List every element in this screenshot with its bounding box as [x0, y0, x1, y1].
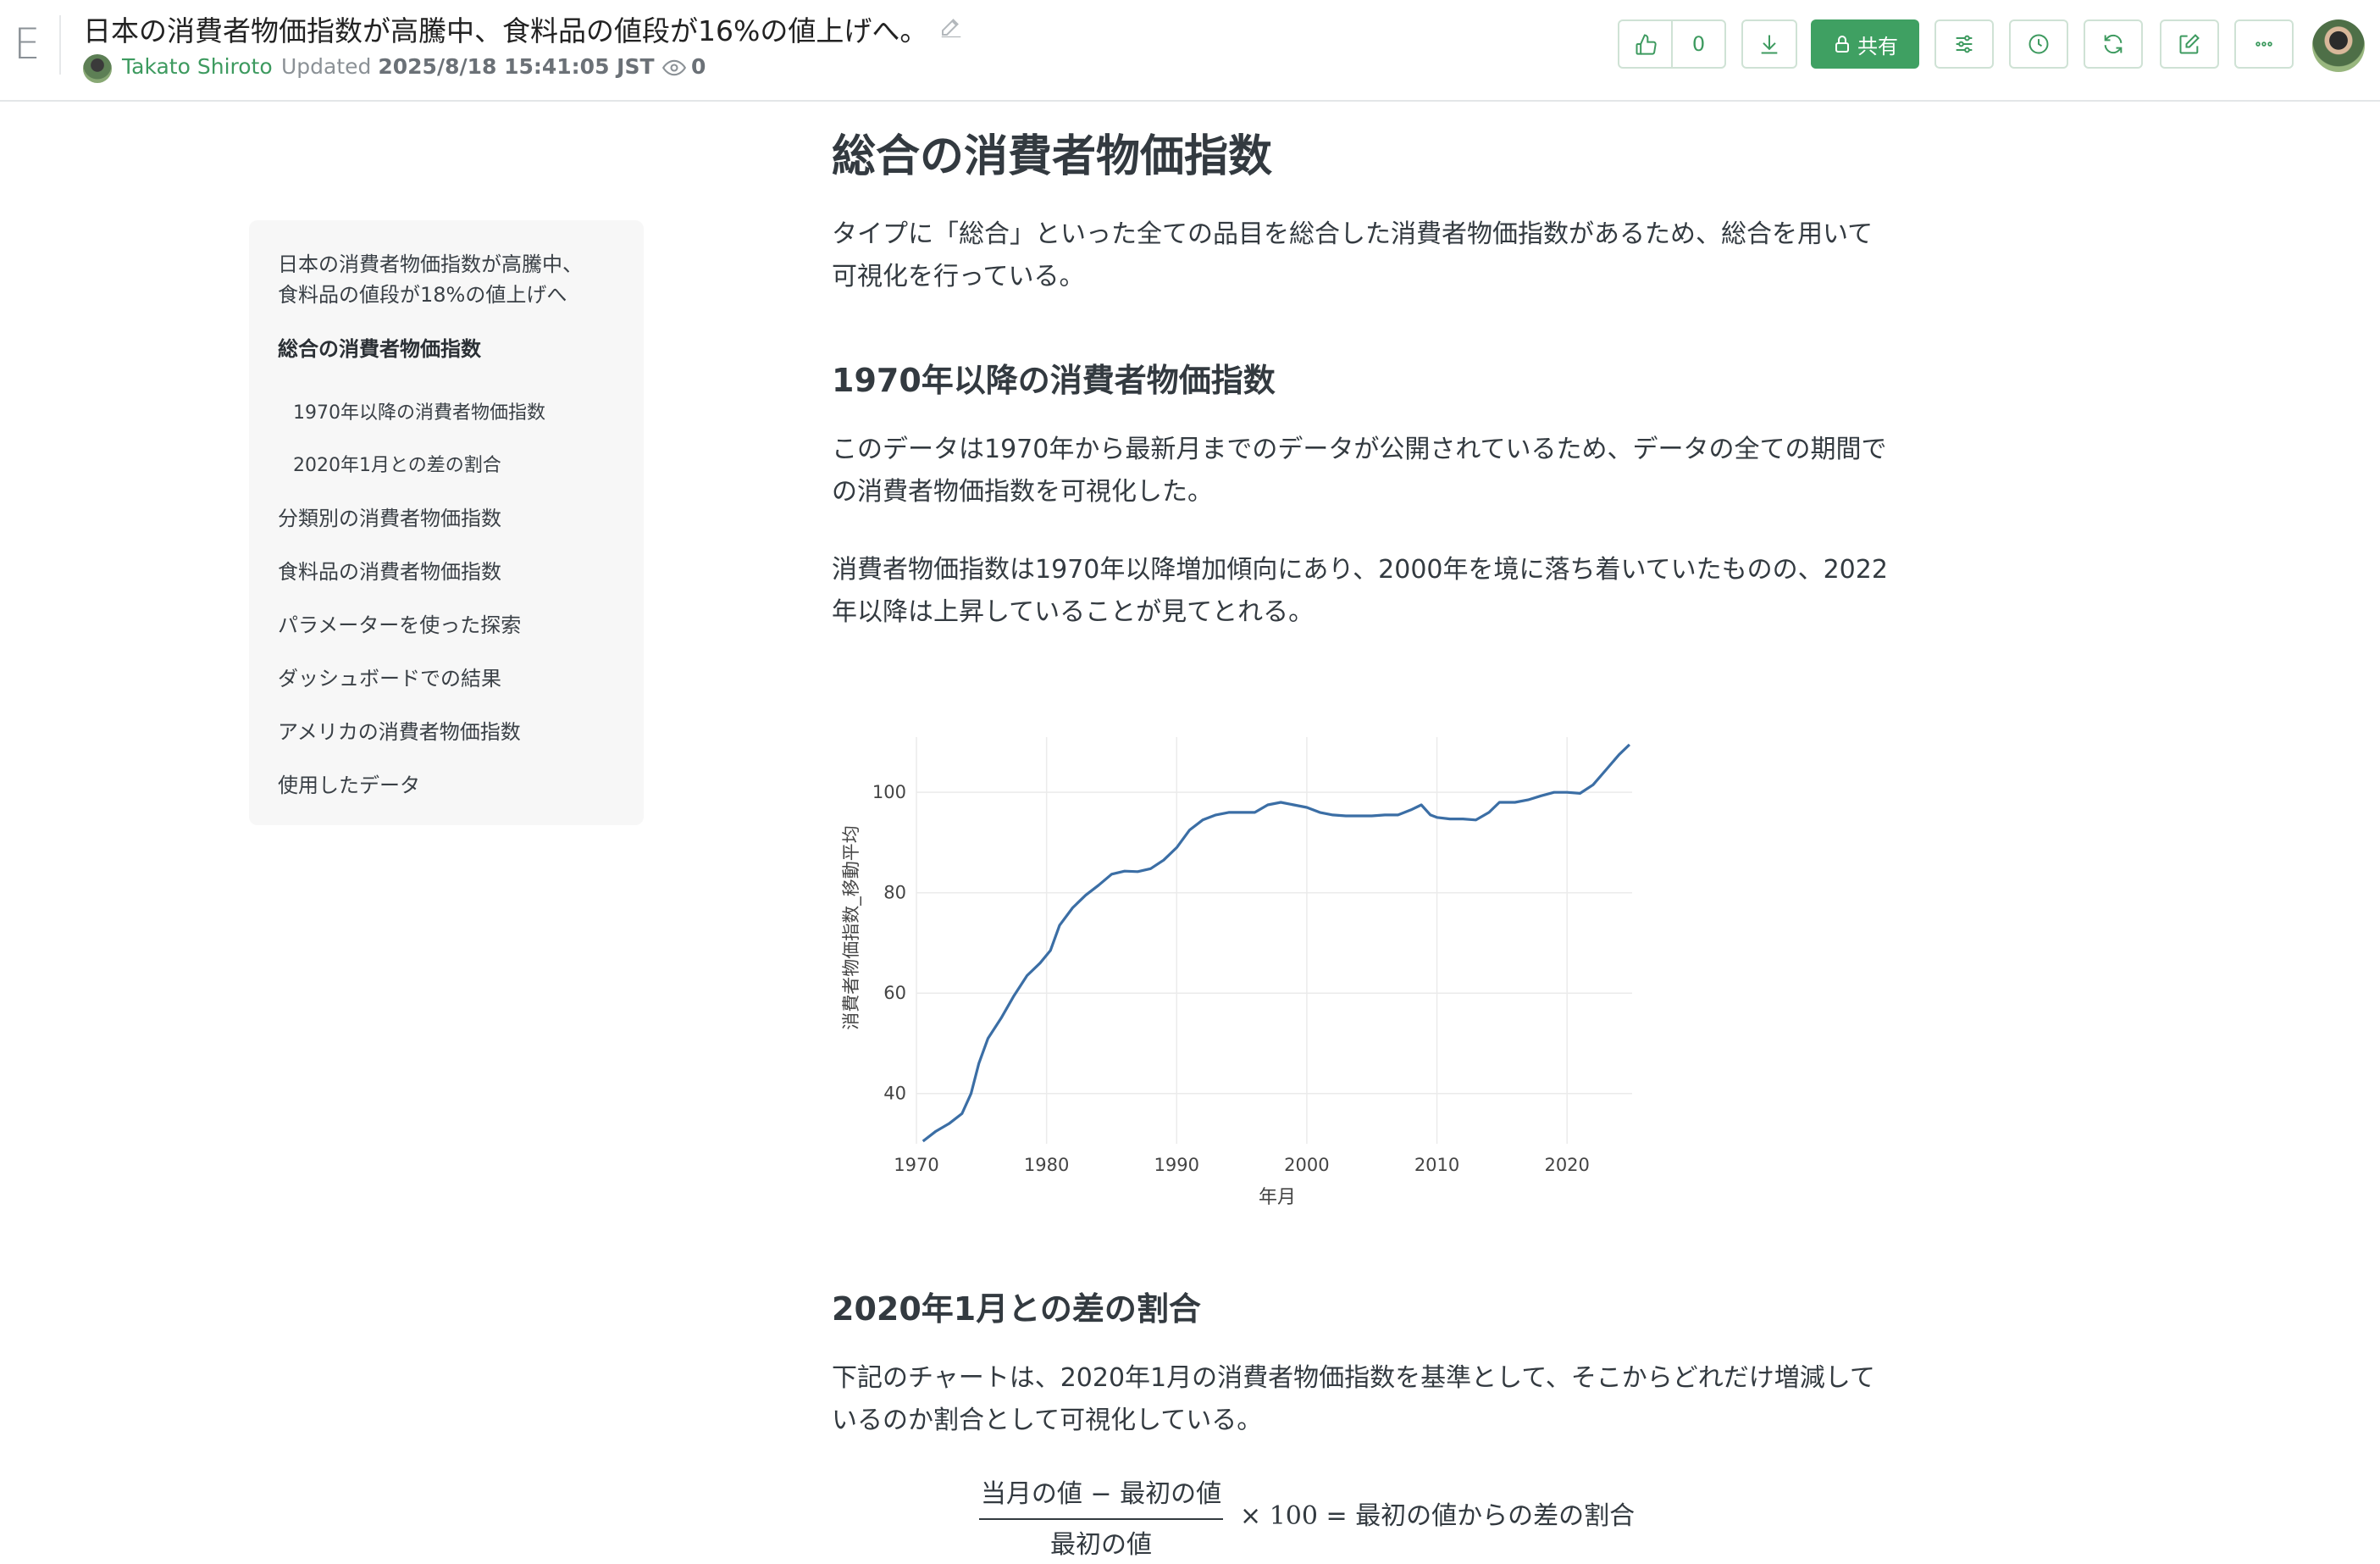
app-logo[interactable]: E — [14, 19, 47, 69]
settings-button[interactable] — [1934, 19, 1994, 69]
header-bar: E 日本の消費者物価指数が高騰中、食料品の値段が16%の値上げへ。 Takato… — [0, 0, 2380, 102]
edit-title-icon[interactable] — [938, 14, 964, 39]
chart-grid — [916, 737, 1632, 1144]
table-of-contents: 日本の消費者物価指数が高騰中、 食料品の値段が18%の値上げへ 総合の消費者物価… — [249, 220, 644, 825]
section-heading-since-1970: 1970年以降の消費者物価指数 — [832, 362, 1276, 399]
download-button[interactable] — [1741, 19, 1797, 69]
like-button-group: 0 — [1618, 19, 1726, 69]
chart-x-tick-label: 1970 — [894, 1155, 938, 1175]
toc-item-title-line2[interactable]: 食料品の値段が18%の値上げへ — [278, 280, 567, 310]
chart-y-tick-label: 100 — [872, 782, 906, 802]
updated-label: Updated — [281, 54, 372, 79]
chart-x-tick-label: 2020 — [1544, 1155, 1589, 1175]
toc-item-since-1970[interactable]: 1970年以降の消費者物価指数 — [293, 398, 545, 429]
history-button[interactable] — [2009, 19, 2068, 69]
paragraph-trend: 消費者物価指数は1970年以降増加傾向にあり、2000年を境に落ち着いていたもの… — [832, 549, 1907, 634]
updated-value: 2025/8/18 15:41:05 JST — [378, 54, 655, 79]
paragraph-intro: タイプに「総合」といった全ての品目を総合した消費者物価指数があるため、総合を用い… — [832, 214, 1907, 298]
toc-item-dashboard[interactable]: ダッシュボードでの結果 — [278, 663, 501, 694]
formula-fraction-bar — [979, 1518, 1223, 1520]
toc-item-by-category[interactable]: 分類別の消費者物価指数 — [278, 503, 501, 534]
formula-equals: = — [1326, 1501, 1348, 1531]
paragraph-data-range-line2: の消費者物価指数を可視化した。 — [832, 477, 1213, 507]
paragraph-intro-line1: タイプに「総合」といった全ての品目を総合した消費者物価指数があるため、総合を用い… — [832, 219, 1874, 249]
paragraph-data-range: このデータは1970年から最新月までのデータが公開されているため、データの全ての… — [832, 429, 1907, 513]
paragraph-diff-desc: 下記のチャートは、2020年1月の消費者物価指数を基準として、そこからどれだけ増… — [832, 1357, 1907, 1442]
author-avatar[interactable] — [83, 54, 112, 83]
document-title: 日本の消費者物価指数が高騰中、食料品の値段が16%の値上げへ。 — [83, 14, 928, 47]
refresh-button[interactable] — [2084, 19, 2143, 69]
paragraph-diff-desc-line1: 下記のチャートは、2020年1月の消費者物価指数を基準として、そこからどれだけ増… — [832, 1363, 1875, 1393]
chart-y-tick-label: 80 — [883, 883, 906, 903]
edit-icon — [2179, 34, 2200, 54]
eye-icon — [661, 59, 687, 76]
thumbs-up-icon — [1636, 34, 1657, 55]
paragraph-trend-line2: 年以降は上昇していることが見てとれる。 — [832, 597, 1315, 627]
chart-x-tick-label: 1980 — [1024, 1155, 1069, 1175]
toc-item-title-line1[interactable]: 日本の消費者物価指数が高騰中、 — [278, 249, 583, 280]
chart-series-line[interactable] — [922, 743, 1631, 1143]
toc-item-food-cpi[interactable]: 食料品の消費者物価指数 — [278, 557, 501, 587]
edit-button[interactable] — [2160, 19, 2219, 69]
chart-x-tick-label: 2010 — [1414, 1155, 1459, 1175]
sliders-icon — [1956, 35, 1973, 53]
download-icon — [1761, 35, 1778, 54]
section-heading-diff-2020: 2020年1月との差の割合 — [832, 1290, 1201, 1328]
more-icon — [2255, 42, 2272, 47]
toc-item-diff-2020[interactable]: 2020年1月との差の割合 — [293, 451, 501, 481]
section-heading-overall: 総合の消費者物価指数 — [832, 131, 1273, 182]
share-button[interactable]: 共有 — [1811, 19, 1919, 69]
chart-x-tick-label: 1990 — [1154, 1155, 1199, 1175]
user-avatar[interactable] — [2312, 19, 2365, 72]
like-button[interactable] — [1619, 21, 1671, 67]
formula-denominator: 最初の値 — [1050, 1530, 1152, 1560]
formula-rhs: × 100 = 最初の値からの差の割合 — [1240, 1495, 1635, 1532]
paragraph-intro-line2: 可視化を行っている。 — [832, 262, 1085, 291]
refresh-icon — [2104, 34, 2123, 54]
like-count[interactable]: 0 — [1671, 21, 1724, 67]
formula-times: × — [1240, 1501, 1262, 1531]
chart-axes: 40 60 80 100 1970 1980 1990 2000 2010 2020 — [872, 782, 1590, 1175]
share-label: 共有 — [1857, 34, 1898, 58]
paragraph-diff-desc-line2: いるのか割合として可視化している。 — [832, 1406, 1263, 1435]
chart-y-axis-label: 消費者物価指数_移動平均 — [841, 825, 862, 1030]
formula-hundred: 100 — [1269, 1501, 1318, 1531]
logo-divider — [59, 15, 61, 75]
toc-item-data-used[interactable]: 使用したデータ — [278, 770, 420, 801]
chart-y-tick-label: 60 — [883, 983, 906, 1003]
author-link[interactable]: Takato Shiroto — [122, 54, 273, 79]
toc-item-parameter-search[interactable]: パラメーターを使った探索 — [278, 610, 521, 641]
more-button[interactable] — [2234, 19, 2294, 69]
chart-y-tick-label: 40 — [883, 1084, 906, 1104]
paragraph-trend-line1: 消費者物価指数は1970年以降増加傾向にあり、2000年を境に落ち着いていたもの… — [832, 555, 1888, 585]
view-count-value: 0 — [691, 54, 706, 79]
paragraph-data-range-line1: このデータは1970年から最新月までのデータが公開されているため、データの全ての… — [832, 435, 1887, 464]
formula: 当月の値 − 最初の値 最初の値 × 100 = 最初の値からの差の割合 — [974, 1466, 1652, 1564]
toc-item-overall-cpi[interactable]: 総合の消費者物価指数 — [278, 334, 481, 364]
formula-numerator: 当月の値 − 最初の値 — [980, 1479, 1222, 1509]
view-count: 0 — [661, 54, 706, 80]
chart-x-tick-label: 2000 — [1284, 1155, 1329, 1175]
formula-result: 最初の値からの差の割合 — [1355, 1501, 1636, 1531]
clock-icon — [2029, 34, 2049, 54]
updated-timestamp: Updated 2025/8/18 15:41:05 JST — [281, 54, 655, 79]
lock-icon — [1835, 36, 1849, 53]
cpi-line-chart[interactable]: 40 60 80 100 1970 1980 1990 2000 2010 2020 年月 消費者… — [832, 686, 1662, 1228]
chart-x-axis-label: 年月 — [1259, 1187, 1296, 1208]
toc-item-us-cpi[interactable]: アメリカの消費者物価指数 — [278, 717, 521, 747]
